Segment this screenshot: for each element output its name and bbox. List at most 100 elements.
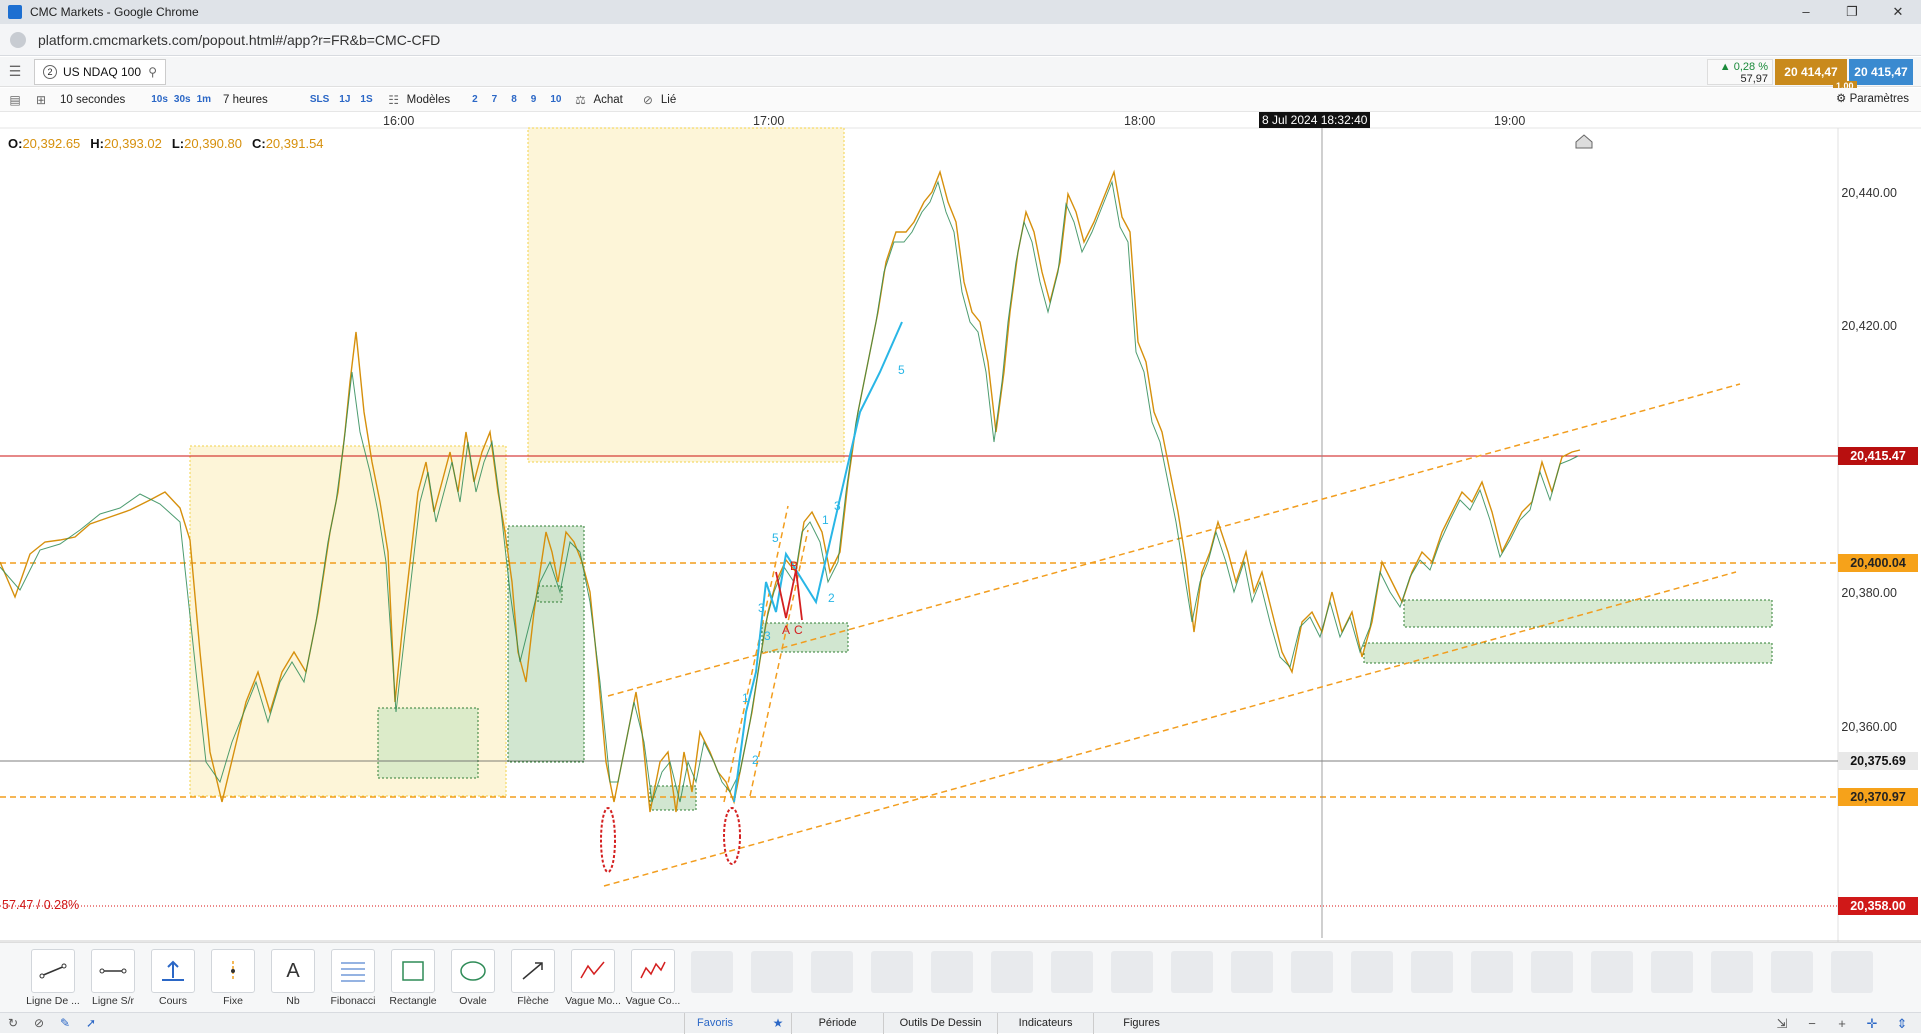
empty-tool-slot[interactable] — [811, 951, 853, 993]
tool-arrow[interactable]: Flèche — [503, 949, 563, 1007]
buy-button[interactable]: 20 415,47 1,00 — [1833, 59, 1913, 91]
instrument-search[interactable]: 2 US NDAQ 100 ⚲ — [34, 58, 166, 85]
tool-wave-co[interactable]: Vague Co... — [623, 949, 683, 1007]
site-info-icon[interactable] — [10, 31, 26, 48]
tab-indicateurs[interactable]: Indicateurs — [997, 1012, 1093, 1034]
wave-mo-icon — [571, 949, 615, 993]
tab-outils-dessin[interactable]: Outils De Dessin — [883, 1012, 997, 1034]
tool-text[interactable]: A Nb — [263, 949, 323, 1007]
list-icon[interactable]: ▤ — [4, 90, 26, 110]
close-icon[interactable]: ✕ — [1875, 0, 1921, 24]
preset-2[interactable]: 2 — [472, 94, 478, 105]
settings-button[interactable]: ⚙ Paramètres — [1836, 91, 1909, 105]
zone-yellow-top — [527, 127, 845, 463]
link-button[interactable]: Lié — [661, 94, 676, 106]
empty-tool-slot[interactable] — [1771, 951, 1813, 993]
tool-oval[interactable]: Ovale — [443, 949, 503, 1007]
preset-10[interactable]: 10 — [550, 94, 561, 105]
empty-tool-slot[interactable] — [751, 951, 793, 993]
buy-chart-icon[interactable]: ⚖ — [569, 90, 591, 110]
empty-tool-slot[interactable] — [1411, 951, 1453, 993]
empty-tool-slot[interactable] — [1531, 951, 1573, 993]
sr-line-icon — [91, 949, 135, 993]
empty-tool-slot[interactable] — [931, 951, 973, 993]
interval-select[interactable]: 10 secondes — [60, 94, 125, 106]
empty-tool-slot[interactable] — [691, 951, 733, 993]
empty-tool-slot[interactable] — [991, 951, 1033, 993]
chart-settings-toolbar: ▤ ⊞ 10 secondes 10s 30s 1m 7 heures SLS … — [0, 88, 1921, 112]
preset-8[interactable]: 8 — [511, 94, 517, 105]
empty-tool-slot[interactable] — [1291, 951, 1333, 993]
empty-tool-slot[interactable] — [1051, 951, 1093, 993]
drawing-tools-bar: Ligne De ... Ligne S/r Cours Fixe A Nb F… — [0, 942, 1921, 1012]
pencil-icon[interactable]: ✎ — [52, 1016, 78, 1030]
hamburger-menu-icon[interactable]: ☰ — [0, 57, 30, 87]
link-icon[interactable]: ⊘ — [637, 90, 659, 110]
empty-tool-slot[interactable] — [1471, 951, 1513, 993]
marker-oval-1 — [600, 807, 616, 873]
chart-canvas[interactable]: 1 2 3 5 3 1 2 3 5 B A C — [0, 112, 1921, 942]
empty-tool-slot[interactable] — [871, 951, 913, 993]
price-change: ▲ 0,28 % 57,97 — [1707, 59, 1773, 85]
fit-icon[interactable]: ⇲ — [1767, 1013, 1797, 1034]
tool-label: Ligne De ... — [26, 995, 80, 1007]
tool-fixed[interactable]: Fixe — [203, 949, 263, 1007]
pointer-icon[interactable]: ➚ — [78, 1016, 104, 1030]
preset-7[interactable]: 7 — [492, 94, 498, 105]
minimize-icon[interactable]: – — [1783, 0, 1829, 24]
tool-price[interactable]: Cours — [143, 949, 203, 1007]
empty-tool-slot[interactable] — [1231, 951, 1273, 993]
empty-tool-slot[interactable] — [1651, 951, 1693, 993]
range-select[interactable]: 7 heures — [223, 94, 268, 106]
zoom-out-icon[interactable]: − — [1797, 1013, 1827, 1034]
search-icon[interactable]: ⚲ — [148, 65, 157, 79]
interval-10s[interactable]: 10s — [151, 94, 168, 105]
empty-tool-slot[interactable] — [1171, 951, 1213, 993]
tool-fibonacci[interactable]: Fibonacci — [323, 949, 383, 1007]
ohlc-low: 20,390.80 — [184, 136, 242, 151]
tool-trend-line[interactable]: Ligne De ... — [23, 949, 83, 1007]
vertical-fit-icon[interactable]: ⇕ — [1887, 1013, 1917, 1034]
preset-9[interactable]: 9 — [531, 94, 537, 105]
interval-30s[interactable]: 30s — [174, 94, 191, 105]
empty-tool-slot[interactable] — [1111, 951, 1153, 993]
clear-icon[interactable]: ⊘ — [26, 1016, 52, 1030]
price-chart[interactable]: 1 2 3 5 3 1 2 3 5 B A C 16:00 17:00 18:0… — [0, 112, 1921, 942]
interval-1m[interactable]: 1m — [197, 94, 211, 105]
empty-tool-slot[interactable] — [1831, 951, 1873, 993]
address-bar[interactable]: platform.cmcmarkets.com/popout.html#/app… — [0, 24, 1921, 56]
ohlc-c-label: C: — [251, 136, 266, 151]
restore-icon[interactable]: ❐ — [1829, 0, 1875, 24]
empty-tool-slot[interactable] — [1351, 951, 1393, 993]
empty-tool-slot[interactable] — [1711, 951, 1753, 993]
url-text[interactable]: platform.cmcmarkets.com/popout.html#/app… — [38, 32, 440, 48]
tool-label: Flèche — [517, 995, 549, 1007]
tab-favoris[interactable]: Favoris — [684, 1012, 745, 1034]
level-tag-1: 20,400.04 — [1838, 554, 1918, 572]
range-sls[interactable]: SLS — [310, 94, 329, 105]
instrument-name[interactable]: US NDAQ 100 — [63, 65, 148, 79]
layout-grid-icon[interactable]: ⊞ — [30, 90, 52, 110]
crosshair-icon[interactable]: ✛ — [1857, 1013, 1887, 1034]
zoom-in-icon[interactable]: + — [1827, 1013, 1857, 1034]
browser-titlebar: CMC Markets - Google Chrome – ❐ ✕ — [0, 0, 1921, 24]
tab-figures[interactable]: Figures — [1093, 1012, 1189, 1034]
tab-periode[interactable]: Période — [791, 1012, 883, 1034]
tool-rectangle[interactable]: Rectangle — [383, 949, 443, 1007]
refresh-icon[interactable]: ↻ — [0, 1016, 26, 1030]
time-label-1700: 17:00 — [753, 114, 785, 128]
templates-icon[interactable]: ☷ — [383, 90, 405, 110]
range-1j[interactable]: 1J — [339, 94, 350, 105]
chart-header-toolbar: ☰ 2 US NDAQ 100 ⚲ ▲ 0,28 % 57,97 20 414,… — [0, 57, 1921, 91]
buy-chart-button[interactable]: Achat — [593, 94, 622, 106]
range-1s[interactable]: 1S — [360, 94, 372, 105]
tool-wave-mo[interactable]: Vague Mo... — [563, 949, 623, 1007]
empty-tool-slot[interactable] — [1591, 951, 1633, 993]
time-label-1900: 19:00 — [1494, 114, 1526, 128]
star-icon[interactable]: ★ — [765, 1016, 791, 1030]
wave-label-5: 5 — [772, 531, 779, 545]
gear-icon: ⚙ — [1836, 93, 1847, 105]
templates-button[interactable]: Modèles — [407, 94, 450, 106]
tool-sr-line[interactable]: Ligne S/r — [83, 949, 143, 1007]
wave-label-2b: 2 — [828, 591, 835, 605]
